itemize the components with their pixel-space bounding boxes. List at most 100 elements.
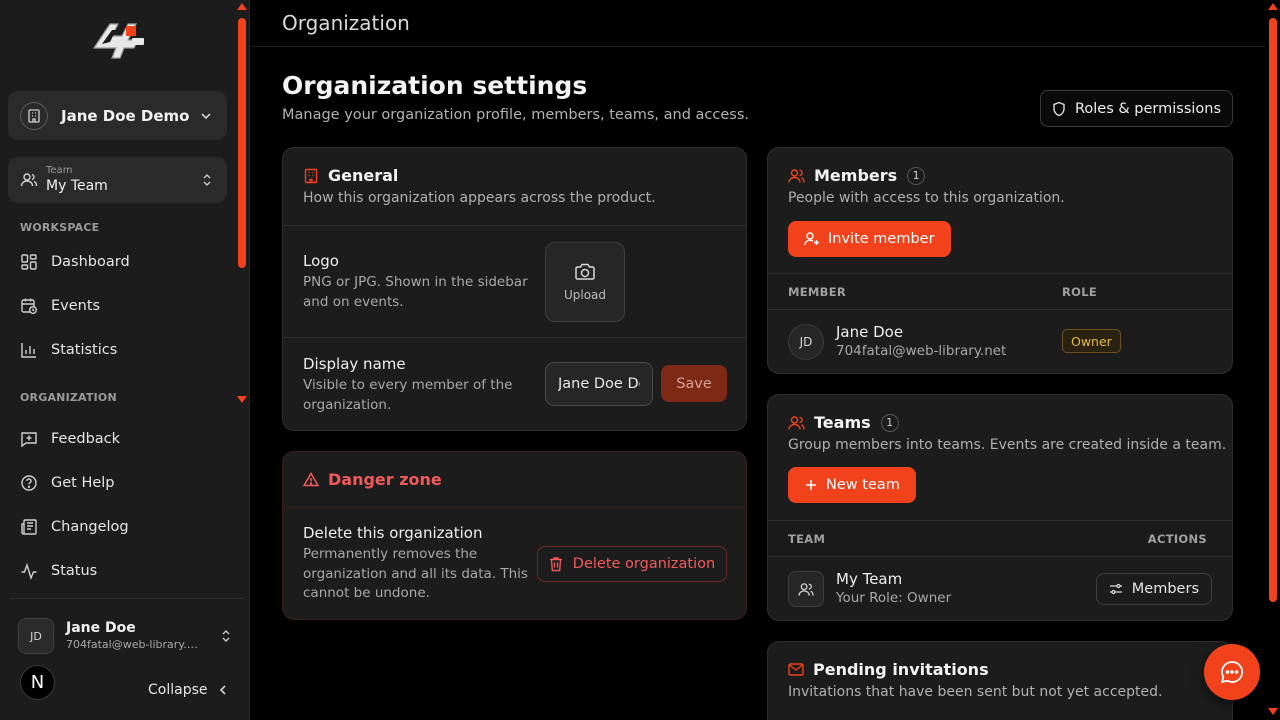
nav-item-events[interactable]: Events — [10, 288, 225, 324]
team-members-button[interactable]: Members — [1095, 573, 1212, 605]
column-header-actions: ACTIONS — [1147, 532, 1207, 546]
nav-item-dashboard[interactable]: Dashboard — [10, 244, 225, 280]
nav-item-statistics[interactable]: Statistics — [10, 332, 225, 368]
members-title: Members — [814, 166, 898, 185]
nav-label: Status — [51, 563, 98, 579]
nav-label: Feedback — [51, 431, 121, 447]
nav-label: Get Help — [51, 475, 115, 491]
chat-bubble-icon — [1220, 661, 1244, 684]
user-email: 704fatal@web-library.net — [66, 638, 204, 651]
topbar: Organization — [250, 0, 1265, 47]
chevron-up-down-icon — [220, 629, 232, 643]
display-name-input[interactable] — [545, 362, 653, 406]
divider — [768, 556, 1232, 557]
chat-support-button[interactable] — [1204, 644, 1260, 700]
sidebar-scrollbar[interactable] — [237, 0, 247, 410]
nav-item-get-help[interactable]: Get Help — [10, 465, 225, 501]
logo-description: PNG or JPG. Shown in the sidebar and on … — [303, 274, 528, 310]
page-subtitle: Manage your organization profile, member… — [282, 107, 749, 123]
workspace-section-label: WORKSPACE — [20, 221, 100, 234]
plus-icon — [806, 480, 816, 490]
chevron-up-down-icon — [201, 173, 213, 187]
scrollbar-thumb[interactable] — [238, 18, 246, 268]
column-header-member: MEMBER — [788, 285, 847, 299]
users-icon — [798, 582, 814, 596]
nav-item-status[interactable]: Status — [10, 553, 225, 589]
scroll-down-arrow-icon[interactable] — [237, 396, 247, 403]
scroll-down-arrow-icon[interactable] — [1268, 708, 1278, 715]
new-team-label: New team — [826, 477, 900, 493]
dashboard-icon — [21, 254, 37, 270]
nav-item-changelog[interactable]: Changelog — [10, 509, 225, 545]
upload-label: Upload — [563, 288, 607, 302]
sidebar: Jane Doe Demo Team My Team WORKSPACE Das… — [0, 0, 250, 720]
nav-label: Changelog — [51, 519, 129, 535]
organization-section-label: ORGANIZATION — [20, 391, 117, 404]
avatar: JD — [18, 618, 54, 654]
user-menu[interactable]: JD Jane Doe 704fatal@web-library.net — [10, 612, 240, 660]
divider — [768, 273, 1232, 274]
scroll-up-arrow-icon[interactable] — [237, 3, 247, 10]
organization-name: Jane Doe Demo — [61, 106, 190, 125]
avatar: JD — [788, 324, 824, 360]
collapse-label: Collapse — [148, 682, 208, 698]
calendar-clock-icon — [21, 298, 37, 314]
newspaper-icon — [21, 519, 37, 535]
team-switcher[interactable]: Team My Team — [8, 157, 227, 203]
alert-triangle-icon — [303, 472, 319, 487]
organization-switcher[interactable]: Jane Doe Demo — [8, 91, 227, 140]
delete-org-title: Delete this organization — [303, 524, 483, 542]
teams-card: Teams 1 Group members into teams. Events… — [767, 394, 1233, 621]
divider — [283, 337, 746, 338]
roles-permissions-button[interactable]: Roles & permissions — [1040, 90, 1233, 127]
brand-logo[interactable] — [88, 18, 146, 64]
divider — [283, 507, 746, 508]
bar-chart-icon — [21, 343, 36, 358]
collapse-sidebar-button[interactable]: Collapse — [148, 680, 228, 700]
sliders-icon — [1109, 583, 1122, 595]
chevron-down-icon — [199, 109, 213, 123]
pending-invitations-description: Invitations that have been sent but not … — [788, 684, 1163, 700]
logo-upload-button[interactable]: Upload — [545, 242, 625, 322]
save-button[interactable]: Save — [661, 365, 727, 402]
delete-organization-button[interactable]: Delete organization — [537, 546, 727, 582]
nav-label: Events — [51, 298, 101, 314]
app-root: Jane Doe Demo Team My Team WORKSPACE Das… — [0, 0, 1280, 720]
members-description: People with access to this organization. — [788, 190, 1065, 206]
column-header-role: ROLE — [1062, 285, 1098, 299]
teams-title: Teams — [814, 413, 871, 432]
message-plus-icon — [21, 432, 37, 448]
sidebar-divider — [10, 598, 244, 599]
page-title: Organization settings — [282, 71, 588, 100]
divider — [768, 309, 1232, 310]
divider — [283, 225, 746, 226]
topbar-title: Organization — [282, 11, 410, 35]
roles-permissions-label: Roles & permissions — [1074, 100, 1222, 117]
main-scrollbar[interactable] — [1267, 0, 1279, 720]
teams-count-badge: 1 — [880, 413, 899, 432]
display-name-label: Display name — [303, 355, 406, 373]
scroll-up-arrow-icon[interactable] — [1268, 3, 1278, 10]
pending-invitations-title: Pending invitations — [813, 660, 989, 679]
scrollbar-thumb[interactable] — [1269, 18, 1277, 602]
new-team-button[interactable]: New team — [788, 467, 916, 503]
invite-member-button[interactable]: Invite member — [788, 221, 951, 257]
general-title: General — [328, 166, 399, 185]
column-header-team: TEAM — [788, 532, 826, 546]
logo-label: Logo — [303, 252, 339, 270]
display-name-description: Visible to every member of the organizat… — [303, 377, 513, 413]
team-name: My Team — [836, 570, 903, 588]
danger-zone-title: Danger zone — [328, 470, 442, 489]
nav-item-feedback[interactable]: Feedback — [10, 421, 225, 457]
pending-invitations-card: Pending invitations Invitations that hav… — [767, 641, 1233, 720]
team-value: My Team — [46, 178, 108, 194]
role-badge: Owner — [1062, 329, 1121, 353]
building-icon — [304, 168, 318, 183]
team-avatar — [788, 571, 824, 607]
general-card: General How this organization appears ac… — [282, 147, 747, 431]
n-badge-icon[interactable]: N — [20, 665, 55, 700]
users-icon — [788, 168, 805, 183]
building-icon — [20, 101, 48, 130]
team-label: Team — [46, 165, 73, 176]
help-circle-icon — [21, 475, 37, 491]
